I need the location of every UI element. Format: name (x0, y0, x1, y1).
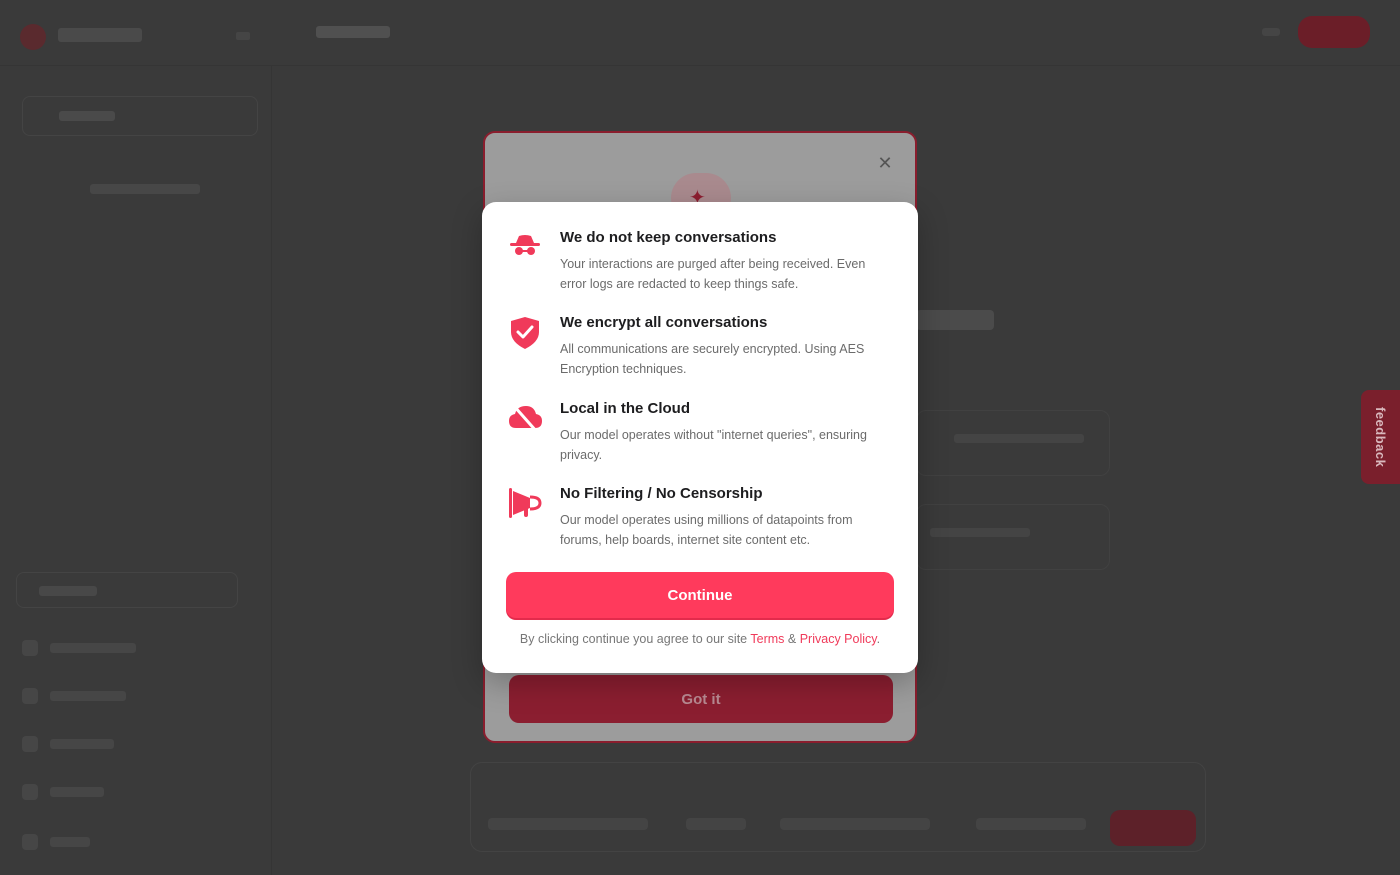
feature-desc: Your interactions are purged after being… (560, 257, 866, 291)
feature-desc: All communications are securely encrypte… (560, 342, 865, 376)
input-chip (780, 818, 930, 830)
conversation-item (90, 184, 200, 194)
app-logo (20, 24, 46, 50)
agreement-suffix: . (876, 632, 881, 646)
terms-link[interactable]: Terms (750, 632, 784, 646)
sidebar (0, 66, 272, 875)
feedback-tab[interactable]: feedback (1361, 390, 1400, 484)
sidebar-search (22, 96, 258, 136)
sidebar-nav-item (22, 784, 152, 800)
page-title (316, 26, 390, 38)
suggestion-text (954, 434, 1084, 443)
suggestion-text (930, 528, 1030, 537)
feature-title: We encrypt all conversations (560, 314, 768, 331)
continue-button[interactable]: Continue (506, 572, 894, 618)
megaphone-icon (509, 488, 542, 518)
cloud-off-icon (509, 404, 542, 434)
got-it-button[interactable]: Got it (509, 675, 893, 723)
sidebar-nav-item (22, 640, 152, 656)
main-heading (916, 310, 994, 330)
upgrade-box (16, 572, 238, 608)
input-chip (976, 818, 1086, 830)
agreement-prefix: By clicking continue you agree to our si… (519, 632, 748, 646)
input-chip (488, 818, 648, 830)
privacy-policy-link[interactable]: Privacy Policy (800, 632, 877, 646)
sidebar-nav-item (22, 834, 152, 850)
suggestion-card (916, 410, 1110, 476)
feature-desc: Our model operates without "internet que… (560, 428, 867, 462)
input-chip (686, 818, 746, 830)
shield-check-icon (511, 317, 539, 349)
suggestion-card (916, 504, 1110, 570)
feedback-label: feedback (1373, 406, 1388, 468)
app-brand (58, 28, 142, 42)
header-action-button (1298, 16, 1370, 48)
privacy-modal: We do not keep conversations Your intera… (482, 202, 918, 673)
agreement-text: By clicking continue you agree to our si… (482, 632, 918, 646)
incognito-icon (510, 235, 540, 255)
amp-text: & (787, 632, 797, 646)
sidebar-nav-item (22, 736, 152, 752)
chat-input (470, 762, 1206, 852)
sidebar-nav-item (22, 688, 152, 704)
close-icon[interactable]: ✕ (875, 153, 895, 173)
feature-title: We do not keep conversations (560, 229, 777, 246)
header-menu (1262, 28, 1280, 36)
app-header (0, 0, 1400, 66)
feature-title: Local in the Cloud (560, 400, 690, 417)
feature-title: No Filtering / No Censorship (560, 485, 763, 502)
chevron-down-icon (236, 32, 250, 40)
feature-desc: Our model operates using millions of dat… (560, 513, 853, 547)
send-button (1110, 810, 1196, 846)
